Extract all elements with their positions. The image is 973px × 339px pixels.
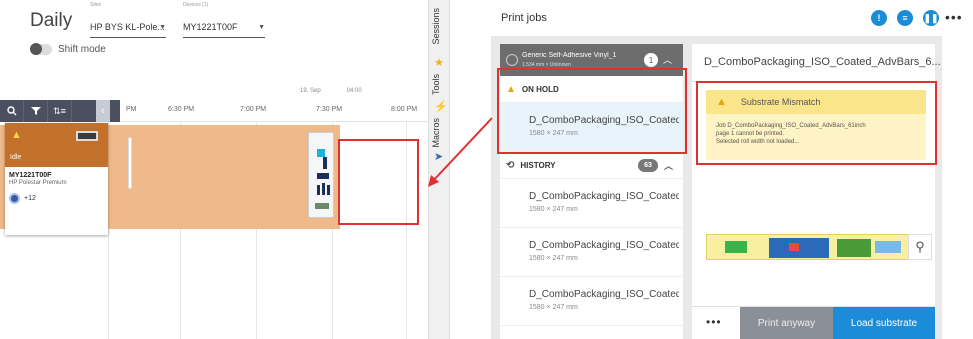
app-root: Daily Sites HP BYS KL-Pole... ▼ Devices … <box>0 0 973 339</box>
annotation-arrow <box>428 117 493 187</box>
